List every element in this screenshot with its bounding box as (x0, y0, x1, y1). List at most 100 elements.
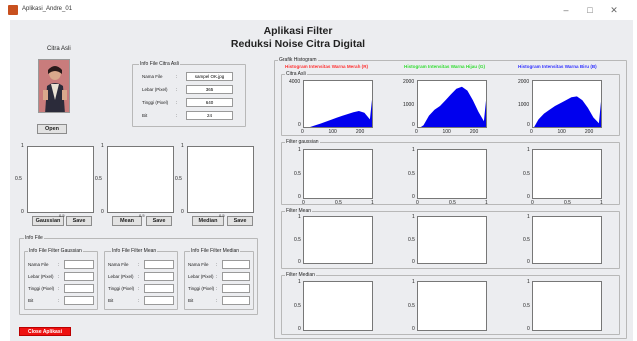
gaussian-tinggi-label: Tinggi (Pixel) (28, 286, 55, 291)
ytick-green-top: 2000 (403, 79, 415, 85)
ytick-blue-row2-1: 1 (527, 214, 530, 220)
median-bit-sep: : (216, 298, 218, 303)
lebar-label: Lebar (Pixel) (142, 87, 168, 92)
ytick-red-row3-0: 0 (298, 326, 301, 332)
hist-blue-header: Histogram Intensitas Warna Biru (B) (518, 64, 597, 69)
xtick-green-row1-1: 1 (485, 200, 488, 206)
mean-result-axes (107, 146, 174, 213)
hist-axes-red-row0 (303, 80, 373, 128)
median-lebar-sep: : (216, 274, 218, 279)
lebar-field[interactable]: 365 (186, 85, 233, 94)
ytick-red-row2-05: 0.5 (294, 237, 301, 243)
hist-axes-blue-row2 (532, 216, 602, 264)
close-aplikasi-button[interactable]: Close Aplikasi (19, 327, 71, 336)
maximize-button[interactable]: □ (579, 3, 601, 17)
mean-nama-field[interactable] (144, 260, 174, 269)
bit-field[interactable]: 24 (186, 111, 233, 120)
gaussian-nama-label: Nama File (28, 262, 49, 267)
lebar-sep: : (176, 87, 178, 92)
ytick-red-row3-05: 0.5 (294, 303, 301, 309)
ytick-red-top: 4000 (289, 79, 301, 85)
xtick-green-row1-05: 0.5 (449, 200, 456, 206)
hist-axes-blue-row0 (532, 80, 602, 128)
xtick-green-0: 0 (415, 129, 418, 135)
median-lebar-label: Lebar (Pixel) (188, 274, 214, 279)
xtick-blue-100: 100 (557, 129, 566, 135)
hist-axes-blue-row1 (532, 149, 602, 199)
ytick-blue-row3-1: 1 (527, 279, 530, 285)
mean-tinggi-field[interactable] (144, 284, 174, 293)
ytick-green-mid: 1000 (403, 101, 415, 108)
ytick-red-row1-05: 0.5 (294, 171, 301, 177)
nama-file-field[interactable]: sampel OK.jpg (186, 72, 233, 81)
median-result-axes (187, 146, 254, 213)
hist-plot-red (310, 99, 372, 127)
hist-area-green (420, 86, 486, 127)
xtick-green-row1-0: 0 (416, 200, 419, 206)
gaussian-nama-field[interactable] (64, 260, 94, 269)
median-lebar-field[interactable] (222, 272, 250, 281)
window-title: Aplikasi_Andre_01 (22, 6, 73, 12)
mean-ytick-1: 1 (101, 143, 104, 149)
gaussian-xtick-1: 0.5 (59, 213, 65, 218)
info-mean-title: Info File Filter Mean (111, 248, 158, 254)
ytick-red-row1-1: 1 (298, 147, 301, 153)
gaussian-lebar-field[interactable] (64, 272, 94, 281)
xtick-green-100: 100 (442, 129, 451, 135)
median-ytick-1: 1 (181, 143, 184, 149)
median-hist-title: Filter Median (285, 272, 316, 278)
ytick-red-row1-0: 0 (298, 194, 301, 200)
gaussian-tinggi-sep: : (58, 286, 60, 291)
gaussian-bit-field[interactable] (64, 296, 94, 305)
ytick-green-row3-1: 1 (412, 279, 415, 285)
minimize-button[interactable]: – (555, 3, 577, 17)
mean-lebar-field[interactable] (144, 272, 174, 281)
save-gaussian-button[interactable]: Save (66, 216, 92, 226)
save-mean-button[interactable]: Save (146, 216, 172, 226)
mean-bit-label: Bit (108, 298, 114, 303)
open-button[interactable]: Open (37, 124, 67, 134)
info-file-title: Info File (24, 235, 44, 241)
mean-ytick-0: 0 (101, 209, 104, 215)
app-subtitle: Reduksi Noise Citra Digital (230, 38, 366, 50)
gaussian-bit-label: Bit (28, 298, 34, 303)
median-bit-field[interactable] (222, 296, 250, 305)
ytick-blue-mid: 1000 (518, 101, 530, 108)
median-nama-field[interactable] (222, 260, 250, 269)
gaussian-ytick-05: 0.5 (15, 176, 22, 182)
save-median-button[interactable]: Save (227, 216, 253, 226)
tinggi-label: Tinggi (Pixel) (142, 100, 169, 105)
citra-asli-label: Citra Asli (47, 46, 71, 52)
gaussian-tinggi-field[interactable] (64, 284, 94, 293)
xtick-blue-0: 0 (530, 129, 533, 135)
gaussian-ytick-0: 0 (21, 209, 24, 215)
hist-axes-green-row0 (417, 80, 487, 128)
median-tinggi-label: Tinggi (Pixel) (188, 286, 215, 291)
xtick-green-200: 200 (469, 129, 479, 135)
bit-sep: : (176, 113, 178, 118)
close-window-button[interactable]: ✕ (603, 3, 625, 17)
hist-axes-red-row3 (303, 281, 373, 331)
hist-axes-green-row2 (417, 216, 487, 264)
xtick-red-0: 0 (301, 129, 304, 135)
median-tinggi-sep: : (216, 286, 218, 291)
mean-ytick-05: 0.5 (95, 176, 102, 182)
mean-bit-field[interactable] (144, 296, 174, 305)
mean-button[interactable]: Mean (112, 216, 142, 226)
tinggi-field[interactable]: 640 (186, 98, 233, 107)
xtick-red-row1-1: 1 (371, 200, 374, 206)
ytick-blue-row1-0: 0 (527, 194, 530, 200)
window-titlebar (0, 0, 637, 20)
gaussian-lebar-sep: : (58, 274, 60, 279)
ytick-red-row2-0: 0 (298, 259, 301, 265)
xtick-blue-row1-1: 1 (600, 200, 603, 206)
hist-area-blue (534, 96, 601, 127)
mean-lebar-sep: : (138, 274, 140, 279)
xtick-red-row1-0: 0 (302, 200, 305, 206)
info-gaussian-title: Info File Filter Gaussian (28, 248, 83, 254)
median-tinggi-field[interactable] (222, 284, 250, 293)
info-file-citra-asli-title: Info File Citra Asli (139, 61, 180, 67)
ytick-blue-row1-05: 0.5 (523, 171, 530, 177)
ytick-red-row2-1: 1 (298, 214, 301, 220)
ytick-blue-zero: 0 (527, 122, 530, 128)
